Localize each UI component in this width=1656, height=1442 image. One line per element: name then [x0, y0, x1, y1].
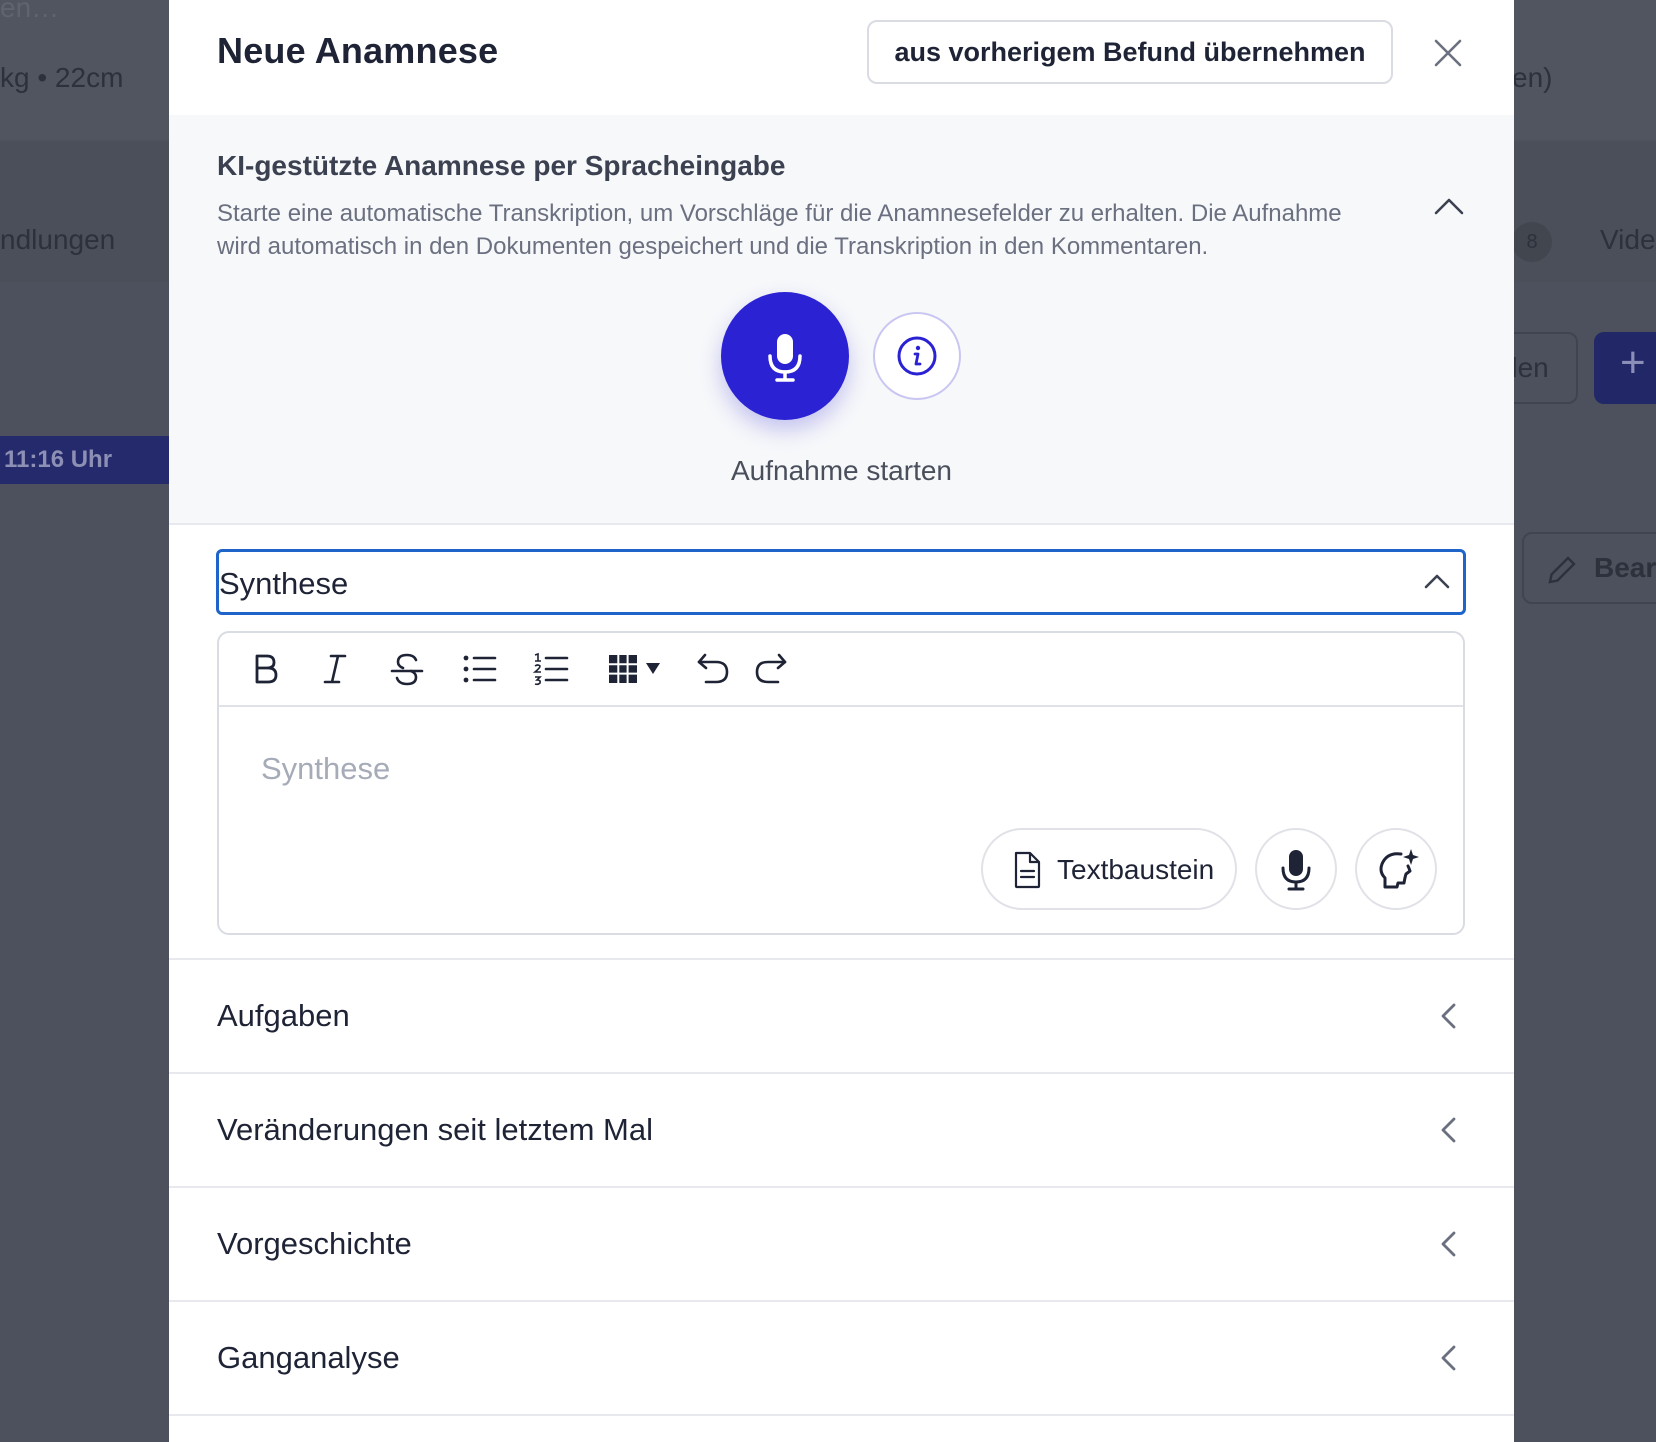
- chevron-up-icon: [1434, 198, 1464, 215]
- microphone-icon: [768, 334, 802, 382]
- new-anamnesis-modal: Neue Anamnese aus vorherigem Befund über…: [169, 0, 1514, 1442]
- microphone-icon: [1281, 850, 1311, 891]
- background-tab-treatments[interactable]: ndlungen: [0, 224, 115, 256]
- bold-icon: [255, 654, 278, 684]
- expand-button[interactable]: [1429, 996, 1469, 1036]
- copy-from-previous-button[interactable]: aus vorherigem Befund übernehmen: [867, 20, 1393, 84]
- undo-icon: [697, 653, 729, 684]
- synthese-section: Synthese Synthese Textbaustein: [169, 525, 1514, 960]
- info-icon: [897, 336, 937, 376]
- synthese-section-header[interactable]: Synthese: [216, 549, 1466, 615]
- document-icon: [1014, 851, 1041, 889]
- section-label: Ganganalyse: [217, 1340, 400, 1375]
- bullet-list-button[interactable]: [457, 647, 501, 691]
- section-label: Aufgaben: [217, 998, 350, 1033]
- pencil-icon: [1548, 556, 1576, 584]
- background-info-fragment: en): [1512, 62, 1553, 93]
- strikethrough-button[interactable]: [385, 647, 429, 691]
- synthese-collapse-button[interactable]: [1415, 560, 1459, 604]
- close-button[interactable]: [1423, 28, 1473, 78]
- ai-transcription-title: KI-gestützte Anamnese per Spracheingabe: [217, 150, 786, 181]
- start-recording-button[interactable]: [721, 292, 849, 420]
- dictation-button[interactable]: [1255, 828, 1337, 910]
- section-row-vorgeschichte[interactable]: Vorgeschichte: [169, 1188, 1514, 1302]
- redo-button[interactable]: [749, 647, 793, 691]
- text-block-label: Textbaustein: [1057, 854, 1215, 885]
- background-search-fragment: en…: [0, 0, 60, 23]
- text-block-button[interactable]: Textbaustein: [981, 828, 1237, 910]
- chevron-left-icon: [1441, 1231, 1456, 1257]
- background-add-button[interactable]: +: [1594, 332, 1656, 404]
- ai-panel-collapse-button[interactable]: [1424, 187, 1474, 227]
- ai-transcription-description: Starte eine automatische Transkription, …: [217, 200, 1342, 260]
- background-edit-button[interactable]: Bear: [1522, 532, 1656, 604]
- expand-button[interactable]: [1429, 1110, 1469, 1150]
- background-tab-badge: 8: [1512, 222, 1552, 262]
- table-icon: [609, 655, 660, 683]
- synthese-section-label: Synthese: [219, 566, 349, 601]
- ai-head-icon: [1379, 849, 1419, 889]
- italic-button[interactable]: [315, 647, 355, 691]
- numbered-list-icon: [532, 652, 569, 686]
- italic-icon: [323, 654, 347, 684]
- chevron-left-icon: [1441, 1345, 1456, 1371]
- synthese-editor: Synthese Textbaustein: [217, 631, 1465, 935]
- modal-title: Neue Anamnese: [217, 30, 499, 71]
- section-row-ganganalyse[interactable]: Ganganalyse: [169, 1302, 1514, 1416]
- numbered-list-button[interactable]: [529, 647, 573, 691]
- expand-button[interactable]: [1429, 1224, 1469, 1264]
- redo-icon: [755, 653, 787, 684]
- bullet-list-icon: [463, 655, 497, 683]
- synthese-editor-placeholder[interactable]: Synthese: [261, 751, 390, 787]
- chevron-up-icon: [1424, 574, 1450, 589]
- strikethrough-icon: [390, 653, 424, 686]
- ai-assist-button[interactable]: [1355, 828, 1437, 910]
- chevron-left-icon: [1441, 1117, 1456, 1143]
- plus-icon: +: [1620, 338, 1646, 387]
- table-button[interactable]: [605, 647, 669, 691]
- close-icon: [1434, 39, 1462, 67]
- undo-button[interactable]: [691, 647, 735, 691]
- modal-header: Neue Anamnese aus vorherigem Befund über…: [169, 0, 1514, 115]
- section-row-aufgaben[interactable]: Aufgaben: [169, 960, 1514, 1074]
- section-label: Veränderungen seit letztem Mal: [217, 1112, 653, 1147]
- background-tab-video[interactable]: Vide: [1600, 224, 1656, 256]
- chevron-left-icon: [1441, 1003, 1456, 1029]
- editor-toolbar: [219, 633, 1463, 707]
- recording-info-button[interactable]: [873, 312, 961, 400]
- background-time-badge: 11:16 Uhr: [0, 436, 170, 484]
- section-row-veraenderungen[interactable]: Veränderungen seit letztem Mal: [169, 1074, 1514, 1188]
- bold-button[interactable]: [245, 647, 285, 691]
- start-recording-label: Aufnahme starten: [730, 455, 953, 486]
- background-patient-info: kg • 22cm: [0, 62, 124, 93]
- section-label: Vorgeschichte: [217, 1226, 412, 1261]
- expand-button[interactable]: [1429, 1338, 1469, 1378]
- ai-transcription-panel: KI-gestützte Anamnese per Spracheingabe …: [169, 115, 1514, 525]
